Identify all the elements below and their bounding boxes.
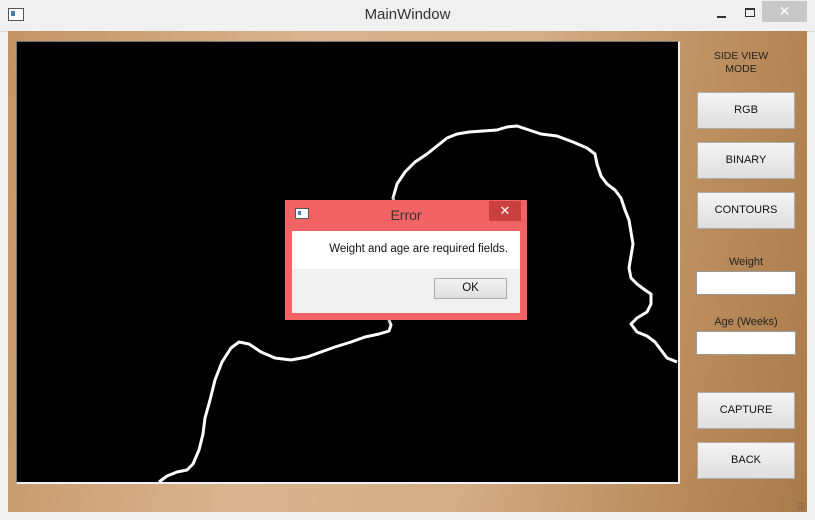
maximize-button[interactable] xyxy=(737,1,763,22)
weight-field[interactable] xyxy=(696,271,796,295)
age-field[interactable] xyxy=(696,331,796,355)
dialog-body: Weight and age are required fields. OK xyxy=(292,231,520,313)
dialog-close-button[interactable]: ✕ xyxy=(489,201,521,221)
rgb-button[interactable]: RGB xyxy=(697,92,795,129)
back-button[interactable]: BACK xyxy=(697,442,795,479)
close-button[interactable]: ✕ xyxy=(762,1,807,22)
resize-grip-icon[interactable] xyxy=(797,502,805,510)
dialog-message-area: Weight and age are required fields. xyxy=(292,231,520,269)
weight-label: Weight xyxy=(728,256,764,268)
window-title: MainWindow xyxy=(364,6,451,23)
ok-button[interactable]: OK xyxy=(434,278,507,299)
close-icon: ✕ xyxy=(778,3,791,19)
close-icon: ✕ xyxy=(499,203,511,218)
age-label: Age (Weeks) xyxy=(714,316,778,328)
maximize-icon xyxy=(745,8,755,18)
side-view-mode-label: SIDE VIEW MODE xyxy=(713,50,769,75)
title-bar: MainWindow ✕ xyxy=(0,0,815,32)
contours-button[interactable]: CONTOURS xyxy=(697,192,795,229)
minimize-button[interactable] xyxy=(708,1,734,22)
minimize-icon xyxy=(716,15,726,18)
dialog-message: Weight and age are required fields. xyxy=(329,243,508,255)
binary-button[interactable]: BINARY xyxy=(697,142,795,179)
capture-button[interactable]: CAPTURE xyxy=(697,392,795,429)
